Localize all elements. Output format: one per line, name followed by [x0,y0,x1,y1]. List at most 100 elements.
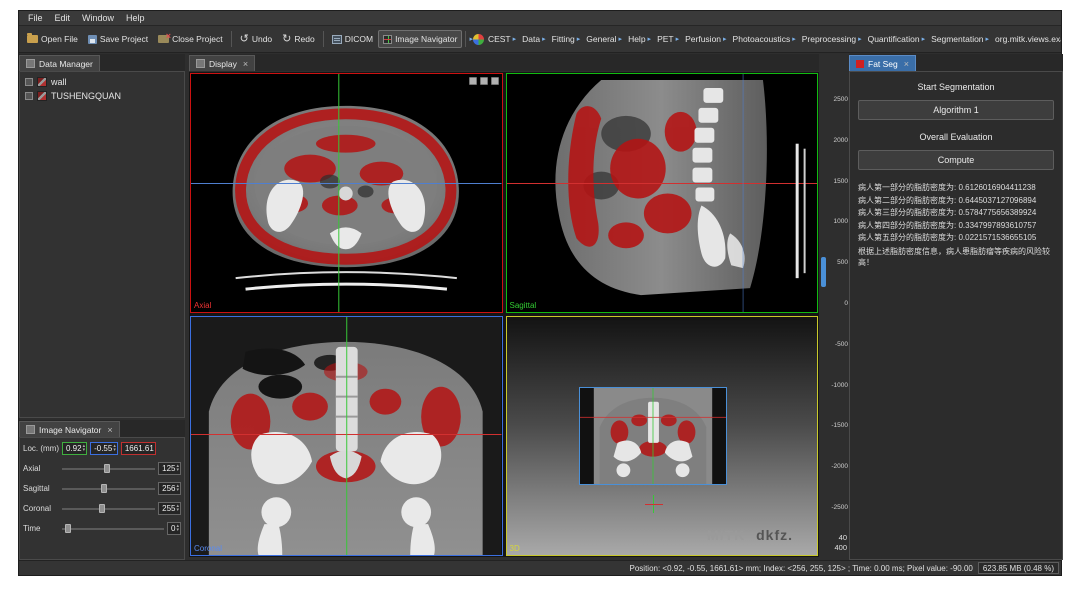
close-icon[interactable]: × [243,59,248,69]
sagittal-slider[interactable] [62,483,155,494]
coronal-slider-row: Coronal 255 ▴▾ [23,502,181,515]
toolbar-menu-general[interactable]: General ▸ [582,32,624,46]
compute-button[interactable]: Compute [858,150,1054,170]
display-editor: Display × [189,54,819,560]
menu-help[interactable]: Help [120,13,151,23]
location-z-spinbox[interactable]: 1661.61 [121,442,156,455]
time-value: 0 [171,524,175,533]
toolbar: Open File Save Project Close Project ↺ U… [19,26,1061,53]
location-y-spinbox[interactable]: -0.55 ▴▾ [90,442,118,455]
node-visibility-checkbox[interactable] [25,92,33,100]
toolbar-menu-help[interactable]: Help ▸ [624,32,653,46]
lw-tick: 500 [837,259,848,266]
spinner-arrows-icon[interactable]: ▴▾ [176,525,179,532]
threed-viewport[interactable]: MITK dkfz. 3D [506,316,819,556]
redo-button[interactable]: ↻ Redo [277,30,320,49]
toolbar-menu-perfusion[interactable]: Perfusion ▸ [681,32,728,46]
mitk-logo: MITK [707,527,745,543]
lw-tick: -500 [835,341,848,348]
fat-seg-panel: Fat Seg × Start Segmentation Algorithm 1… [849,54,1063,560]
viewport-layout-icon[interactable] [480,77,488,85]
coronal-slider[interactable] [62,503,155,514]
image-navigator-button[interactable]: Image Navigator [378,30,462,48]
image-navigator-icon [383,35,392,44]
axial-slider[interactable] [62,463,155,474]
menu-label: Help [628,34,645,44]
axial-slice-spinbox[interactable]: 125 ▴▾ [158,462,181,475]
toolbar-separator [465,31,466,47]
menu-window[interactable]: Window [76,13,120,23]
fat-seg-tabbar: Fat Seg × [849,54,1063,71]
spinner-arrows-icon[interactable]: ▴▾ [176,505,179,512]
sagittal-viewport[interactable]: Sagittal [506,73,819,313]
viewport-settings-icon[interactable] [491,77,499,85]
lw-tick: -1000 [831,382,848,389]
view-category-icon[interactable] [473,34,484,45]
time-slider-row: Time 0 ▴▾ [23,522,181,535]
coronal-slice-value: 255 [162,504,175,513]
toolbar-menu-example-views[interactable]: org.mitk.views.example... ▸ [991,32,1061,46]
close-project-button[interactable]: Close Project [153,30,228,48]
image-navigator-tab-icon [26,425,35,434]
toolbar-menu-pet[interactable]: PET ▸ [653,32,681,46]
close-icon[interactable]: × [107,425,112,435]
close-icon[interactable]: × [904,59,909,69]
threed-slice-image[interactable] [579,387,727,485]
display-tab-icon [196,59,205,68]
image-navigator-panel: Image Navigator × Loc. (mm) 0.92 ▴▾ -0.5… [19,420,185,560]
save-project-button[interactable]: Save Project [83,30,153,48]
toolbar-menu-cest[interactable]: CEST ▸ [484,32,518,46]
toolbar-menu-quantification[interactable]: Quantification ▸ [864,32,928,46]
time-spinbox[interactable]: 0 ▴▾ [167,522,181,535]
spinner-arrows-icon[interactable]: ▴▾ [176,485,179,492]
algorithm-1-button[interactable]: Algorithm 1 [858,100,1054,120]
save-project-icon [88,35,97,44]
node-label: TUSHENGQUAN [51,91,121,101]
toolbar-menu-fitting[interactable]: Fitting ▸ [548,32,583,46]
dicom-label: DICOM [345,34,373,44]
menu-bar: File Edit Window Help [19,11,1061,26]
level-window-widget: 2500 2000 1500 1000 500 0 -500 -1000 -15… [819,72,849,557]
tree-item-wall[interactable]: wall [22,75,182,89]
level-window-scale: 2500 2000 1500 1000 500 0 -500 -1000 -15… [831,96,848,511]
sagittal-slice-spinbox[interactable]: 256 ▴▾ [158,482,181,495]
threed-view-label: 3D [510,544,520,553]
toolbar-menu-preprocessing[interactable]: Preprocessing ▸ [798,32,864,46]
toolbar-menu-segmentation[interactable]: Segmentation ▸ [927,32,991,46]
open-file-icon [27,35,38,43]
fat-seg-tab-label: Fat Seg [868,59,898,69]
menu-file[interactable]: File [22,13,49,23]
image-node-icon [37,91,47,101]
location-row: Loc. (mm) 0.92 ▴▾ -0.55 ▴▾ 1661.61 [23,442,181,455]
dkfz-logo: dkfz. [756,527,793,543]
lw-tick: -2000 [831,463,848,470]
coronal-slice-spinbox[interactable]: 255 ▴▾ [158,502,181,515]
tab-display[interactable]: Display × [189,55,255,71]
time-slider[interactable] [62,523,164,534]
coronal-viewport[interactable]: Coronal [190,316,503,556]
toolbar-menu-photoacoustics[interactable]: Photoacoustics ▸ [729,32,798,46]
spinner-arrows-icon[interactable]: ▴▾ [113,445,116,452]
dicom-button[interactable]: DICOM [327,30,378,48]
location-x-spinbox[interactable]: 0.92 ▴▾ [62,442,87,455]
open-file-button[interactable]: Open File [22,30,83,48]
toolbar-menu-data[interactable]: Data ▸ [518,32,547,46]
display-tab-label: Display [209,59,237,69]
menu-edit[interactable]: Edit [49,13,77,23]
tab-fat-seg[interactable]: Fat Seg × [849,55,916,71]
spinner-arrows-icon[interactable]: ▴▾ [83,445,86,452]
tree-item-tushengquan[interactable]: TUSHENGQUAN [22,89,182,103]
tab-data-manager[interactable]: Data Manager [19,55,100,71]
spinner-arrows-icon[interactable]: ▴▾ [176,465,179,472]
level-window-handle[interactable] [821,257,826,287]
tab-image-navigator[interactable]: Image Navigator × [19,421,120,437]
axial-viewport[interactable]: Axial [190,73,503,313]
undo-button[interactable]: ↺ Undo [235,30,278,49]
image-node-icon [37,77,47,87]
viewport-crosshair-icon[interactable] [469,77,477,85]
node-visibility-checkbox[interactable] [25,78,33,86]
location-z-value: 1661.61 [125,444,154,453]
submenu-arrow-icon: ▸ [858,36,862,43]
submenu-arrow-icon: ▸ [723,36,727,43]
sagittal-ct-image [507,74,818,312]
